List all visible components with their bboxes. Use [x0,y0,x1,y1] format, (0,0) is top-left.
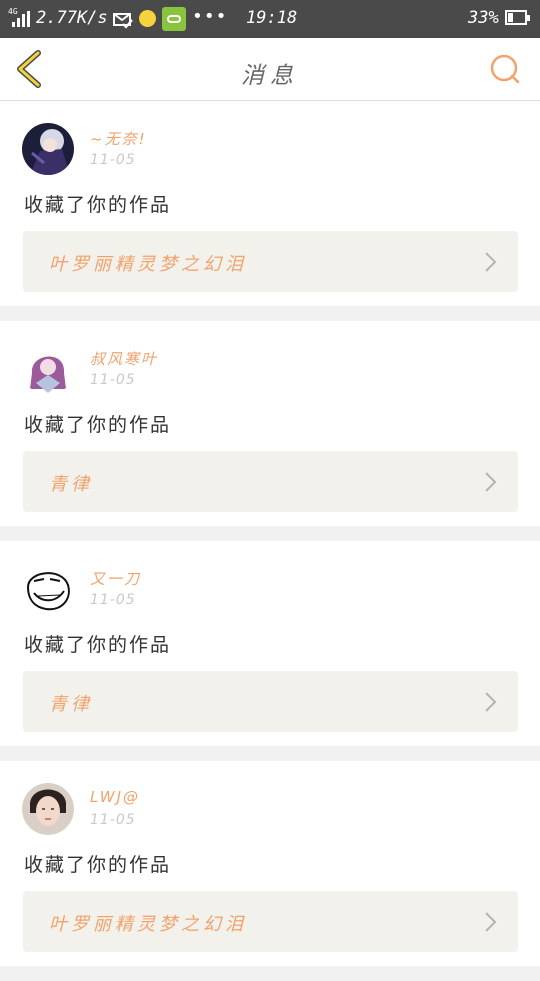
message-card: 叔风寒叶 11-05 收藏了你的作品 青律 [0,321,540,526]
message-time: 11-05 [90,152,136,168]
app-header: 消息 [0,38,540,101]
work-title: 青律 [49,694,93,715]
work-link[interactable]: 青律 [23,671,518,732]
message-notification-icon [113,13,133,29]
notification-dot-icon [139,10,156,27]
work-title: 叶罗丽精灵梦之幻泪 [49,254,247,275]
clock: 19:18 [246,8,298,28]
message-time: 11-05 [90,372,136,388]
more-notifications-icon: ••• [192,6,228,27]
username[interactable]: 又一刀 [90,568,141,589]
battery-icon [505,10,530,25]
message-text: 收藏了你的作品 [24,194,172,216]
message-time: 11-05 [90,592,136,608]
message-card: ~无奈! 11-05 收藏了你的作品 叶罗丽精灵梦之幻泪 [0,101,540,306]
chevron-right-icon [485,692,497,712]
girl-photo-avatar[interactable] [22,783,74,835]
work-link[interactable]: 叶罗丽精灵梦之幻泪 [23,231,518,292]
signal-icon [12,11,34,27]
work-link[interactable]: 青律 [23,451,518,512]
username[interactable]: 叔风寒叶 [90,348,158,369]
chevron-right-icon [485,472,497,492]
message-text: 收藏了你的作品 [24,854,172,876]
search-icon[interactable] [488,52,522,86]
work-title: 青律 [49,474,93,495]
status-bar: 4G 2.77K/s ••• 19:18 33% [0,0,540,38]
chevron-right-icon [485,912,497,932]
work-link[interactable]: 叶罗丽精灵梦之幻泪 [23,891,518,952]
purple-hair-avatar[interactable] [22,343,74,395]
message-text: 收藏了你的作品 [24,414,172,436]
username[interactable]: ~无奈! [90,128,147,149]
username[interactable]: LWJ@ [90,788,140,806]
troll-face-avatar[interactable] [22,563,74,615]
message-card: LWJ@ 11-05 收藏了你的作品 叶罗丽精灵梦之幻泪 [0,761,540,966]
anime-boy-avatar[interactable] [22,123,74,175]
message-card: 又一刀 11-05 收藏了你的作品 青律 [0,541,540,746]
work-title: 叶罗丽精灵梦之幻泪 [49,914,247,935]
battery-percent: 33% [468,8,499,28]
network-speed: 2.77K/s [36,8,108,28]
message-list: ~无奈! 11-05 收藏了你的作品 叶罗丽精灵梦之幻泪 叔风寒叶 11-05 … [0,101,540,981]
chevron-right-icon [485,252,497,272]
game-controller-icon [162,7,186,31]
page-title: 消息 [241,63,299,89]
message-text: 收藏了你的作品 [24,634,172,656]
message-time: 11-05 [90,812,136,828]
